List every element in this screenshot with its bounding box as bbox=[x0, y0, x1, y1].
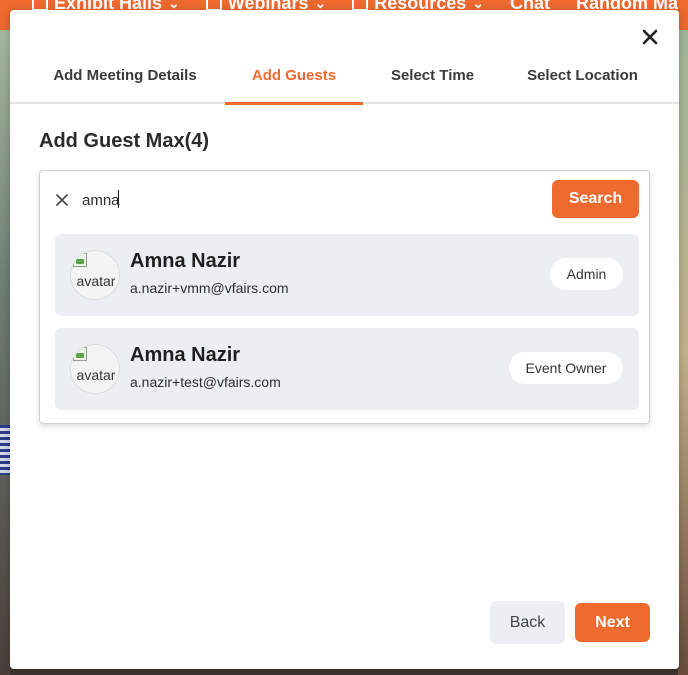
broken-image-icon bbox=[73, 253, 87, 267]
close-icon bbox=[642, 29, 658, 45]
tab-select-location[interactable]: Select Location bbox=[515, 58, 650, 104]
list-icon bbox=[352, 0, 369, 11]
next-button[interactable]: Next bbox=[575, 603, 650, 642]
tab-add-guests[interactable]: Add Guests bbox=[225, 58, 363, 105]
guest-result-item[interactable]: avatar Amna Nazir a.nazir+vmm@vfairs.com… bbox=[55, 234, 639, 316]
guest-name: Amna Nazir bbox=[130, 250, 241, 272]
add-guests-modal: Add Meeting Details Add Guests Select Ti… bbox=[10, 10, 679, 669]
tab-label: Select Time bbox=[390, 67, 475, 84]
close-icon bbox=[56, 194, 68, 206]
guest-email: a.nazir+test@vfairs.com bbox=[130, 374, 281, 390]
calendar-icon bbox=[32, 0, 48, 11]
avatar-alt-text: avatar bbox=[76, 367, 116, 383]
text-cursor bbox=[118, 190, 119, 208]
guest-search-input[interactable] bbox=[82, 187, 502, 213]
guest-search-panel: Search avatar Amna Nazir a.nazir+vmm@vfa… bbox=[39, 170, 650, 424]
tab-add-meeting-details[interactable]: Add Meeting Details bbox=[40, 58, 210, 104]
tab-select-time[interactable]: Select Time bbox=[375, 58, 490, 104]
meeting-steps-tabs: Add Meeting Details Add Guests Select Ti… bbox=[10, 58, 679, 105]
section-title: Add Guest Max(4) bbox=[39, 130, 210, 152]
avatar-alt-text: avatar bbox=[76, 273, 116, 289]
background-left-strip bbox=[0, 30, 10, 675]
guest-email: a.nazir+vmm@vfairs.com bbox=[130, 280, 289, 296]
avatar: avatar bbox=[70, 250, 120, 300]
role-badge: Event Owner bbox=[509, 352, 623, 384]
guest-result-item[interactable]: avatar Amna Nazir a.nazir+test@vfairs.co… bbox=[55, 328, 639, 410]
background-right-strip bbox=[678, 30, 688, 675]
tab-label: Add Meeting Details bbox=[53, 67, 197, 84]
broken-image-icon bbox=[73, 347, 87, 361]
video-icon bbox=[205, 0, 222, 11]
tab-label: Add Guests bbox=[251, 67, 337, 84]
tab-label: Select Location bbox=[527, 67, 638, 84]
search-button[interactable]: Search bbox=[552, 180, 639, 218]
close-button[interactable] bbox=[639, 26, 661, 48]
clear-search-button[interactable] bbox=[53, 191, 71, 209]
role-badge: Admin bbox=[550, 258, 623, 290]
avatar: avatar bbox=[70, 344, 120, 394]
background-poster bbox=[0, 425, 10, 475]
back-button[interactable]: Back bbox=[490, 601, 565, 644]
guest-name: Amna Nazir bbox=[130, 344, 241, 366]
